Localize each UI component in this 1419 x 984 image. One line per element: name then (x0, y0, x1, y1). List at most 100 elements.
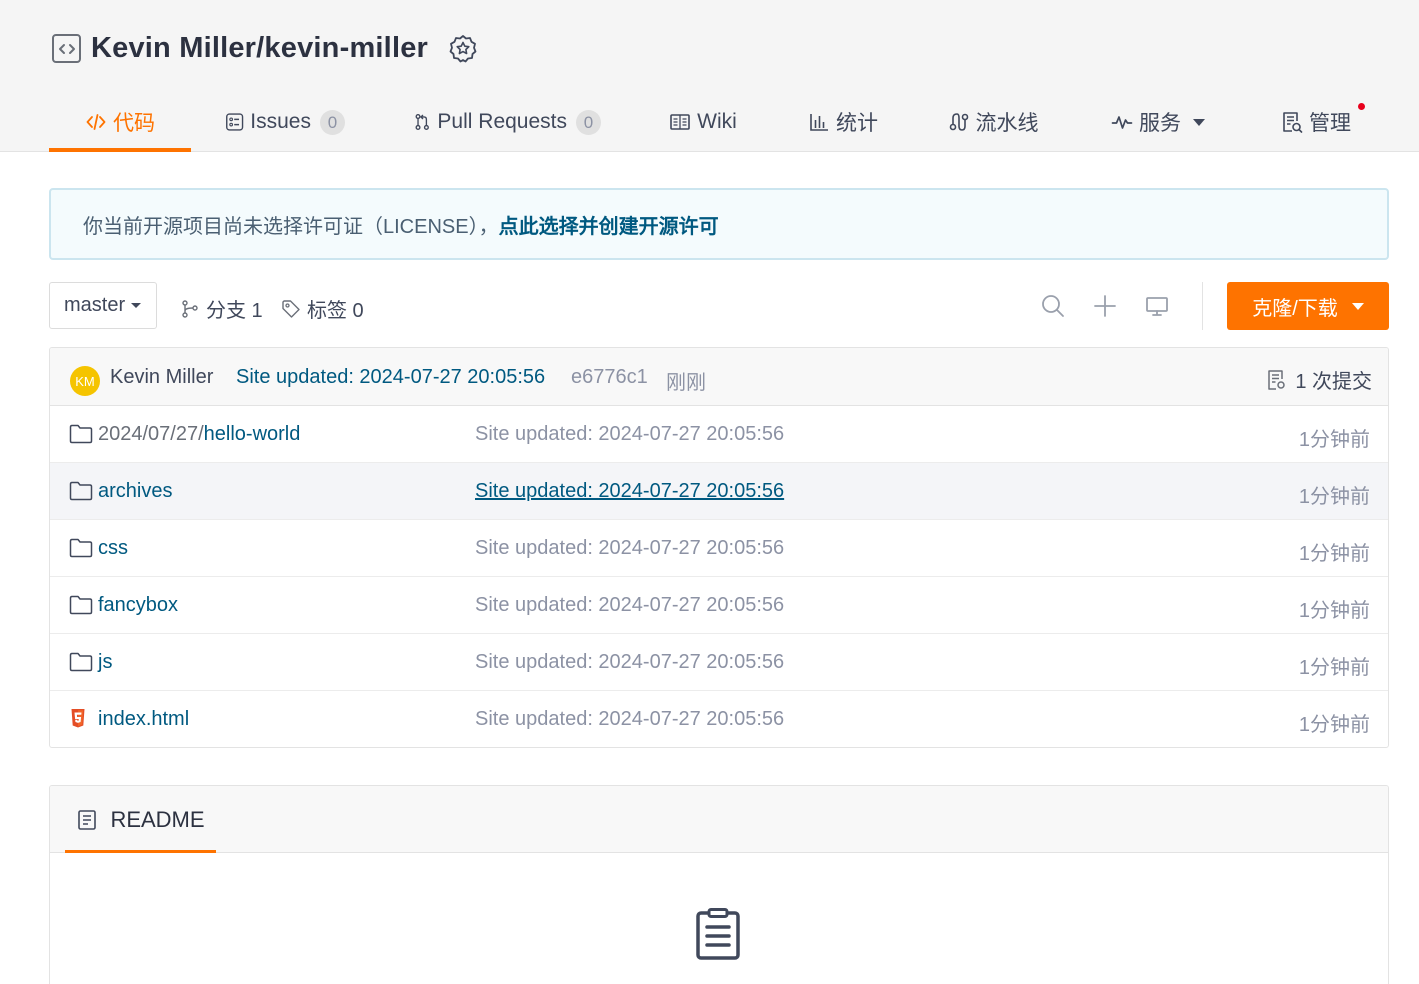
tags-label: 标签 0 (307, 300, 364, 322)
commit-time: 刚刚 (666, 372, 706, 394)
search-icon[interactable] (1041, 294, 1065, 318)
chevron-down-icon (1193, 118, 1205, 126)
file-commit-time: 1分钟前 (1298, 657, 1370, 679)
file-commit-time: 1分钟前 (1298, 714, 1370, 736)
commit-count-label: 1 次提交 (1295, 371, 1372, 393)
issues-count-badge: 0 (320, 109, 345, 135)
tab-label: Pull Requests (437, 110, 567, 133)
table-row[interactable]: css Site updated: 2024-07-27 20:05:56 1分… (50, 520, 1388, 577)
tab-services[interactable]: 服务 (1107, 92, 1209, 152)
file-name: hello-world (203, 423, 301, 445)
tab-readme[interactable]: README (65, 786, 216, 853)
tab-label: 流水线 (975, 112, 1039, 135)
file-name-link[interactable]: index.html (98, 708, 189, 731)
tab-pull-requests[interactable]: Pull Requests 0 (413, 92, 601, 152)
branch-select-value: master (64, 294, 126, 316)
file-commit-message[interactable]: Site updated: 2024-07-27 20:05:56 (475, 651, 784, 674)
file-commit-time: 1分钟前 (1298, 429, 1370, 451)
file-name-link[interactable]: css (98, 537, 128, 560)
file-name: archives (98, 480, 173, 502)
folder-icon (69, 538, 93, 558)
file-name-link[interactable]: js (98, 651, 112, 674)
branch-select[interactable]: master (49, 282, 157, 329)
commit-author[interactable]: Kevin Miller (110, 366, 213, 389)
license-notice: 你当前开源项目尚未选择许可证（LICENSE）， 点此选择并创建开源许可 (49, 188, 1389, 260)
web-ide-monitor-icon[interactable] (1145, 294, 1169, 318)
file-name-link[interactable]: fancybox (98, 594, 178, 617)
file-commit-message[interactable]: Site updated: 2024-07-27 20:05:56 (475, 708, 784, 731)
tab-label: Issues (250, 110, 311, 133)
commit-message[interactable]: Site updated: 2024-07-27 20:05:56 (236, 366, 545, 389)
commit-count-link[interactable]: 1 次提交 (1267, 365, 1372, 394)
tab-manage[interactable]: 管理 (1281, 92, 1365, 152)
repo-title-bar: Kevin Miller/kevin-miller (52, 32, 478, 65)
file-commit-message[interactable]: Site updated: 2024-07-27 20:05:56 (475, 480, 784, 503)
file-name-link[interactable]: archives (98, 480, 172, 503)
pulse-icon (1111, 116, 1133, 129)
notification-dot (1358, 103, 1365, 110)
license-notice-text: 你当前开源项目尚未选择许可证（LICENSE）， (83, 215, 499, 238)
avatar[interactable]: KM (70, 366, 100, 396)
file-commit-message[interactable]: Site updated: 2024-07-27 20:05:56 (475, 537, 784, 560)
table-row[interactable]: 2024/07/27/hello-world Site updated: 202… (50, 406, 1388, 463)
tab-label: 代码 (113, 112, 155, 135)
file-name: js (98, 651, 113, 673)
commit-hash[interactable]: e6776c1 (571, 366, 648, 389)
repo-toolbar: master 分支 1 标签 0 克隆/下载 (49, 282, 1389, 330)
table-row[interactable]: js Site updated: 2024-07-27 20:05:56 1分钟… (50, 634, 1388, 691)
readme-panel: README (49, 785, 1389, 984)
wiki-book-icon (670, 114, 690, 130)
bar-chart-icon (810, 114, 828, 131)
file-name: index.html (98, 708, 190, 730)
repo-name[interactable]: Kevin Miller/kevin-miller (91, 32, 428, 65)
repo-header: Kevin Miller/kevin-miller 代码 Issues 0 Pu… (0, 0, 1419, 152)
file-name: fancybox (98, 594, 179, 616)
tags-link[interactable]: 标签 0 (281, 294, 364, 323)
readme-doc-icon (78, 809, 97, 830)
folder-icon (69, 424, 93, 444)
toolbar-divider (1202, 282, 1203, 330)
tab-label: 服务 (1139, 112, 1181, 135)
add-file-icon[interactable] (1093, 294, 1117, 318)
pull-requests-count-badge: 0 (576, 109, 601, 135)
tab-code[interactable]: 代码 (49, 92, 191, 152)
chevron-down-icon (1351, 302, 1364, 310)
code-icon (86, 114, 106, 130)
tab-label: 统计 (836, 112, 878, 135)
tab-wiki[interactable]: Wiki (665, 92, 741, 152)
readme-header: README (50, 786, 1388, 853)
file-commit-message[interactable]: Site updated: 2024-07-27 20:05:56 (475, 423, 784, 446)
award-badge-icon[interactable] (448, 33, 478, 65)
manage-doc-icon (1283, 112, 1303, 133)
branches-link[interactable]: 分支 1 (180, 294, 263, 323)
table-row[interactable]: index.html Site updated: 2024-07-27 20:0… (50, 691, 1388, 747)
clone-download-label: 克隆/下载 (1252, 297, 1338, 320)
branches-label: 分支 1 (206, 300, 263, 322)
tab-label: Wiki (697, 110, 737, 133)
readme-tab-label: README (110, 806, 205, 832)
clone-download-button[interactable]: 克隆/下载 (1227, 282, 1389, 330)
pipeline-icon (949, 113, 968, 131)
file-commit-time: 1分钟前 (1298, 486, 1370, 508)
folder-icon (69, 481, 93, 501)
file-path-prefix: 2024/07/27/ (98, 423, 204, 445)
pull-request-icon (415, 114, 429, 130)
last-commit-bar: KM Kevin Miller Site updated: 2024-07-27… (50, 348, 1388, 406)
tab-statistics[interactable]: 统计 (805, 92, 881, 152)
branch-icon (182, 299, 198, 318)
table-row[interactable]: fancybox Site updated: 2024-07-27 20:05:… (50, 577, 1388, 634)
folder-icon (69, 595, 93, 615)
file-name: css (98, 537, 128, 559)
file-commit-time: 1分钟前 (1298, 600, 1370, 622)
folder-icon (69, 652, 93, 672)
code-repo-icon (52, 34, 81, 63)
table-row[interactable]: archives Site updated: 2024-07-27 20:05:… (50, 463, 1388, 520)
create-license-link[interactable]: 点此选择并创建开源许可 (499, 210, 719, 239)
html5-file-icon (71, 709, 85, 728)
tab-issues[interactable]: Issues 0 (225, 92, 345, 152)
file-commit-message[interactable]: Site updated: 2024-07-27 20:05:56 (475, 594, 784, 617)
commit-history-icon (1268, 369, 1286, 390)
tab-pipeline[interactable]: 流水线 (945, 92, 1041, 152)
file-name-link[interactable]: 2024/07/27/hello-world (98, 423, 300, 446)
chevron-down-icon (131, 303, 142, 308)
